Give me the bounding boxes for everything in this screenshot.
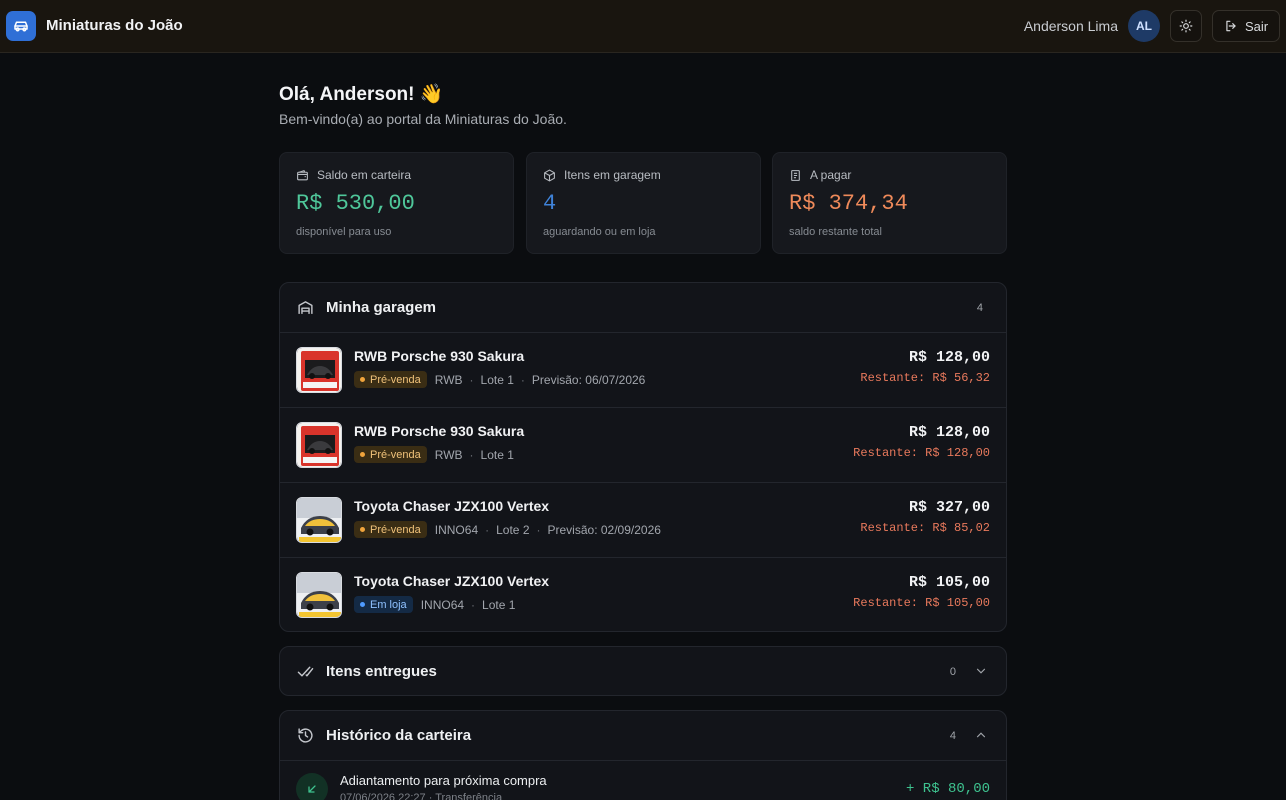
warehouse-icon — [298, 301, 313, 314]
item-lot: Lote 1 — [482, 597, 516, 612]
garage-item[interactable]: RWB Porsche 930 Sakura Pré-venda RWB · L… — [280, 407, 1006, 482]
stat-value: 4 — [543, 191, 557, 216]
item-remaining: Restante: R$ 85,02 — [860, 521, 990, 535]
history-icon — [298, 728, 313, 743]
item-lot: Lote 1 — [480, 447, 514, 462]
stat-note: saldo restante total — [789, 226, 882, 238]
item-meta: Em loja INNO64 · Lote 1 — [354, 596, 515, 613]
garage-panel-header[interactable]: Minha garagem 4 — [280, 283, 1006, 332]
stat-card-payable: A pagar R$ 374,34 saldo restante total — [772, 152, 1007, 254]
wallet-history-count: 4 — [949, 729, 956, 742]
wallet-history-panel: Histórico da carteira 4 Adiantamento par… — [279, 710, 1007, 800]
car-icon[interactable] — [6, 11, 36, 41]
item-name: Toyota Chaser JZX100 Vertex — [354, 573, 550, 589]
item-meta: Pré-venda INNO64 · Lote 2 · Previsão: 02… — [354, 521, 661, 538]
item-remaining: Restante: R$ 105,00 — [853, 596, 990, 610]
item-name: RWB Porsche 930 Sakura — [354, 348, 525, 364]
item-price: R$ 105,00 — [908, 574, 990, 591]
product-image — [296, 572, 342, 618]
item-brand: RWB — [434, 447, 463, 462]
item-brand: RWB — [434, 372, 463, 387]
item-meta: Pré-venda RWB · Lote 1 — [354, 446, 514, 463]
check-icon — [297, 666, 314, 677]
item-meta: Pré-venda RWB · Lote 1 · Previsão: 06/07… — [354, 371, 645, 388]
stat-card-garage: Itens em garagem 4 aguardando ou em loja — [526, 152, 761, 254]
item-price: R$ 327,00 — [908, 499, 990, 516]
item-price: R$ 128,00 — [908, 349, 990, 366]
stat-note: aguardando ou em loja — [543, 226, 656, 238]
history-entry[interactable]: Adiantamento para próxima compra 07/06/2… — [280, 760, 1006, 800]
item-brand: INNO64 — [434, 522, 479, 537]
user-name: Anderson Lima — [1023, 18, 1118, 34]
product-image — [296, 497, 342, 543]
item-remaining: Restante: R$ 56,32 — [860, 371, 990, 385]
arrow-down-left-icon — [296, 773, 328, 800]
theme-toggle-button[interactable] — [1170, 10, 1202, 42]
stat-label: Itens em garagem — [564, 168, 661, 182]
brand-name[interactable]: Miniaturas do João — [46, 17, 183, 34]
item-brand: INNO64 — [420, 597, 465, 612]
avatar[interactable]: AL — [1128, 10, 1160, 42]
item-price: R$ 128,00 — [908, 424, 990, 441]
item-lot: Lote 2 — [496, 522, 530, 537]
history-entry-meta: 07/06/2026 22:27 · Transferência — [340, 792, 503, 800]
status-badge: Pré-venda — [354, 446, 427, 463]
logout-button[interactable]: Sair — [1212, 10, 1280, 42]
delivered-panel-header[interactable]: Itens entregues 0 — [280, 647, 1006, 695]
product-image — [296, 347, 342, 393]
page-subtitle: Bem-vindo(a) ao portal da Miniaturas do … — [279, 111, 567, 127]
stat-value: R$ 374,34 — [789, 191, 908, 216]
package-icon — [544, 169, 555, 181]
garage-title: Minha garagem — [326, 299, 437, 316]
wallet-icon — [297, 169, 308, 180]
stat-label: A pagar — [810, 168, 852, 182]
sun-icon — [1179, 19, 1193, 33]
stat-value: R$ 530,00 — [296, 191, 415, 216]
status-badge: Em loja — [354, 596, 413, 613]
item-lot: Lote 1 — [480, 372, 514, 387]
wallet-history-header[interactable]: Histórico da carteira 4 — [280, 711, 1006, 760]
stat-card-wallet: Saldo em carteira R$ 530,00 disponível p… — [279, 152, 514, 254]
delivered-title: Itens entregues — [326, 663, 437, 680]
page-title: Olá, Anderson! 👋 — [279, 84, 444, 105]
product-image — [296, 422, 342, 468]
wallet-history-title: Histórico da carteira — [326, 727, 472, 744]
item-forecast: Previsão: 02/09/2026 — [547, 522, 661, 537]
garage-item[interactable]: Toyota Chaser JZX100 Vertex Pré-venda IN… — [280, 482, 1006, 557]
top-bar: Miniaturas do João Anderson Lima AL Sair — [0, 0, 1286, 53]
status-badge: Pré-venda — [354, 521, 427, 538]
garage-count: 4 — [976, 301, 983, 314]
item-name: Toyota Chaser JZX100 Vertex — [354, 498, 550, 514]
logout-icon — [1226, 20, 1236, 32]
chevron-up-icon[interactable] — [974, 728, 988, 742]
history-entry-amount: + R$ 80,00 — [905, 781, 990, 797]
garage-item[interactable]: RWB Porsche 930 Sakura Pré-venda RWB · L… — [280, 332, 1006, 407]
delivered-panel: Itens entregues 0 — [279, 646, 1007, 696]
chevron-down-icon[interactable] — [974, 664, 988, 678]
stat-label: Saldo em carteira — [317, 168, 412, 182]
status-badge: Pré-venda — [354, 371, 427, 388]
delivered-count: 0 — [949, 665, 956, 678]
item-remaining: Restante: R$ 128,00 — [853, 446, 990, 460]
receipt-icon — [791, 169, 800, 181]
logout-label: Sair — [1244, 18, 1269, 34]
item-name: RWB Porsche 930 Sakura — [354, 423, 525, 439]
item-forecast: Previsão: 06/07/2026 — [531, 372, 646, 387]
history-entry-title: Adiantamento para próxima compra — [340, 773, 547, 788]
garage-panel: Minha garagem 4 RWB Porsche 930 Sakura P… — [279, 282, 1007, 632]
stat-note: disponível para uso — [296, 226, 392, 238]
garage-item[interactable]: Toyota Chaser JZX100 Vertex Em loja INNO… — [280, 557, 1006, 631]
